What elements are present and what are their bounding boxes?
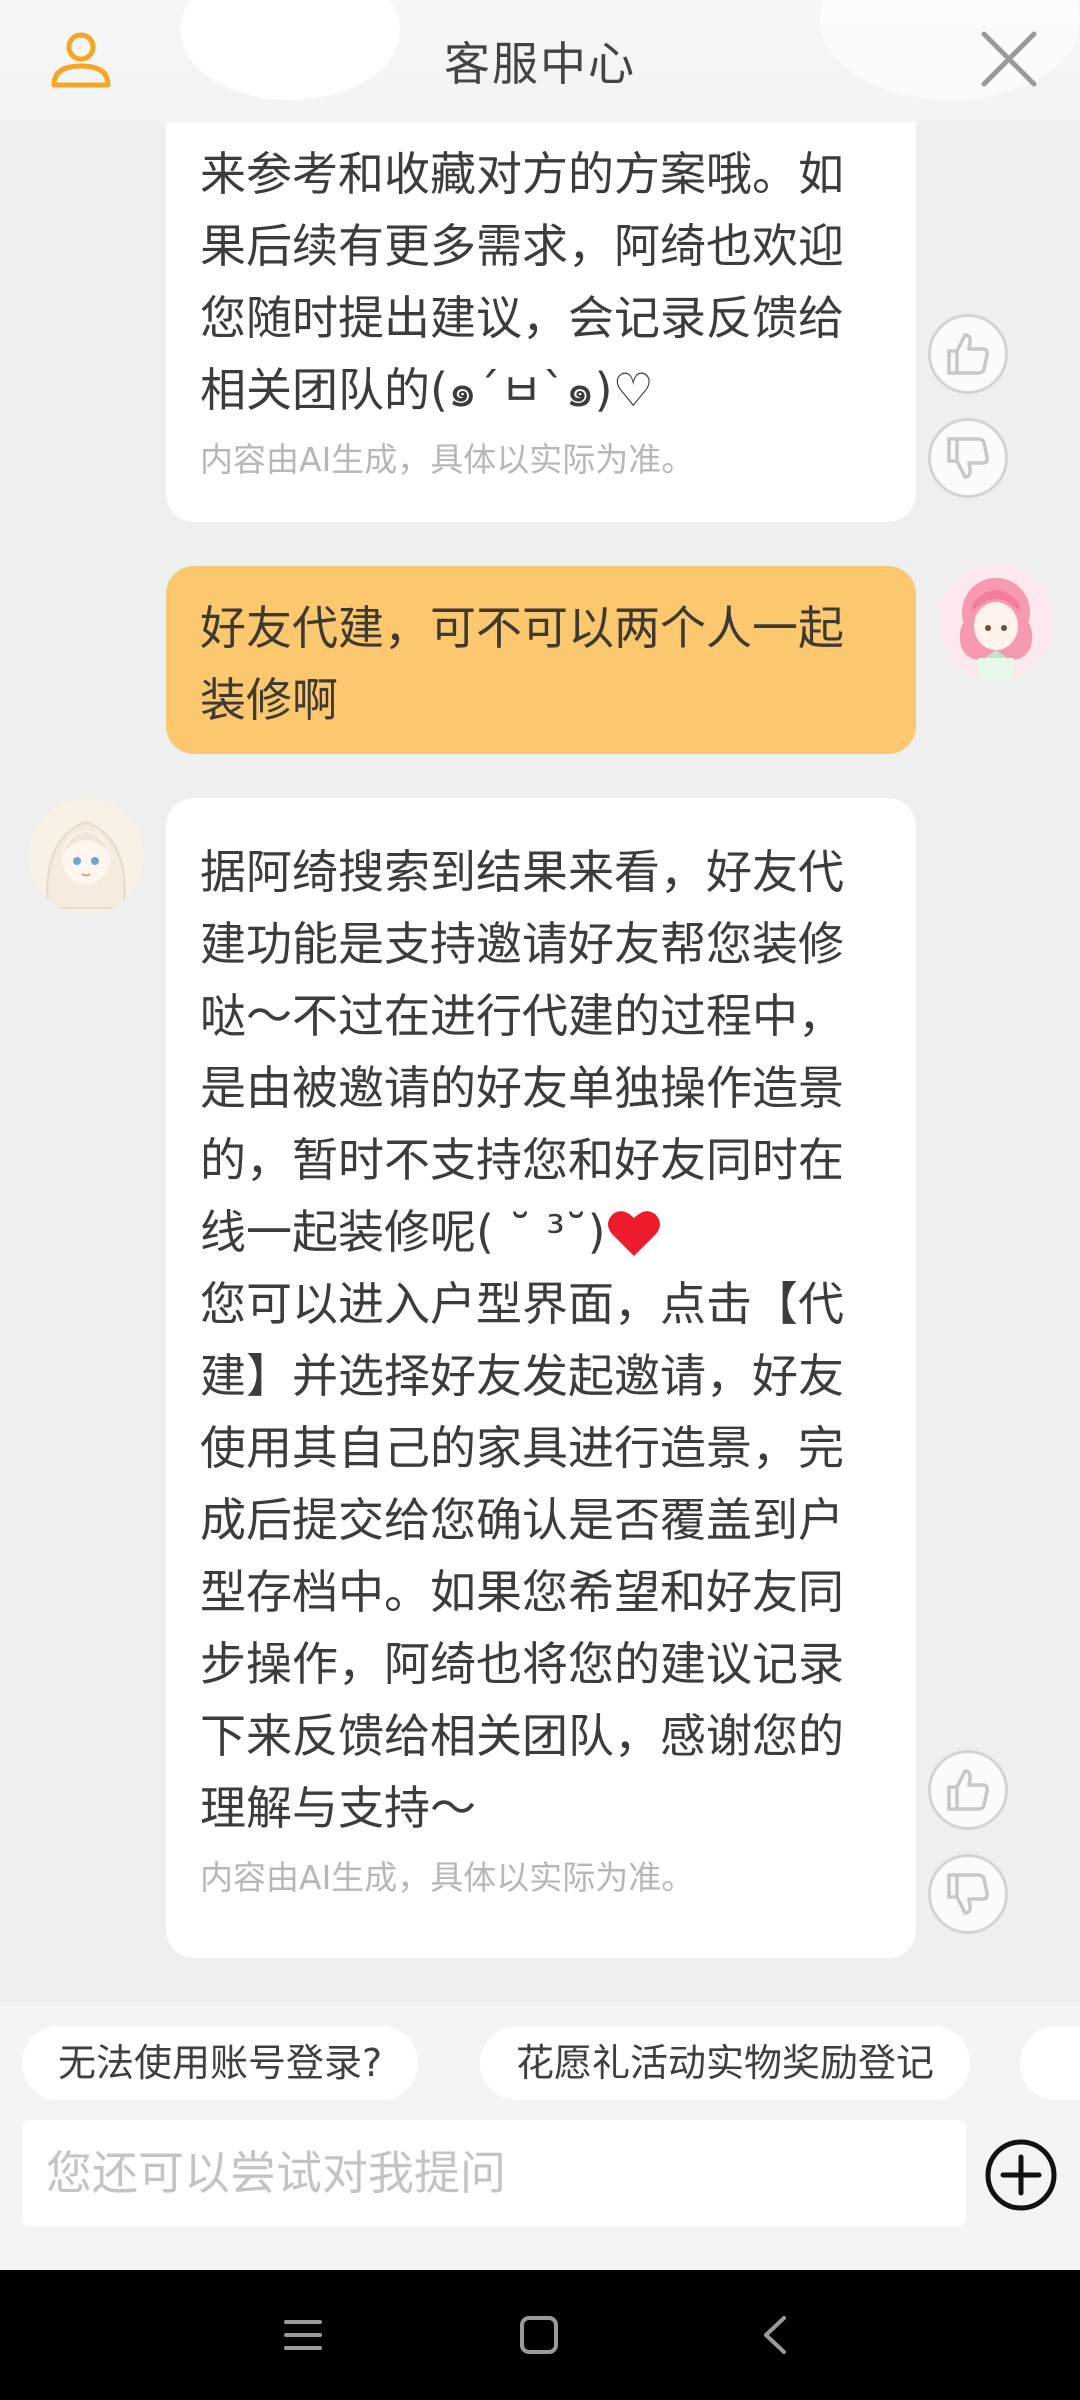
assistant-avatar-image xyxy=(28,798,144,914)
dislike-button[interactable] xyxy=(928,418,1008,498)
message-line: 是由被邀请的好友单独操作造景 xyxy=(200,1061,844,1115)
user-avatar[interactable] xyxy=(938,564,1054,680)
thumbs-down-icon xyxy=(947,1873,989,1915)
message-line: 您随时提出建议，会记录反馈给 xyxy=(200,291,844,345)
quick-reply-chip-partial[interactable] xyxy=(1020,2026,1080,2100)
like-button[interactable] xyxy=(928,314,1008,394)
message-line: 理解与支持～ xyxy=(200,1781,476,1835)
dislike-button[interactable] xyxy=(928,1854,1008,1934)
question-input[interactable]: 您还可以尝试对我提问 xyxy=(22,2120,966,2226)
ai-disclaimer: 内容由AI生成，具体以实际为准。 xyxy=(200,440,695,479)
page-title: 客服中心 xyxy=(444,37,636,91)
like-button[interactable] xyxy=(928,1750,1008,1830)
home-icon xyxy=(520,2316,558,2354)
message-line-with-heart: 线一起装修呢( ˘ ³˘) xyxy=(200,1196,882,1268)
user-message-bubble: 好友代建，可不可以两个人一起 装修啊 xyxy=(166,566,916,754)
close-icon xyxy=(981,31,1037,87)
message-line: 哒～不过在进行代建的过程中， xyxy=(200,989,844,1043)
assistant-avatar[interactable] xyxy=(28,798,144,914)
quick-reply-chip[interactable]: 无法使用账号登录? xyxy=(22,2026,419,2100)
close-button[interactable] xyxy=(976,26,1042,92)
thumbs-up-icon xyxy=(947,333,989,375)
message-line: 您可以进入户型界面，点击【代 xyxy=(200,1277,844,1331)
assistant-message-bubble: 来参考和收藏对方的方案哦。如 果后续有更多需求，阿绮也欢迎 您随时提出建议，会记… xyxy=(166,122,916,522)
message-line: 果后续有更多需求，阿绮也欢迎 xyxy=(200,219,844,273)
heart-icon xyxy=(607,1211,660,1256)
message-line: 成后提交给您确认是否覆盖到户 xyxy=(200,1493,844,1547)
message-line: 来参考和收藏对方的方案哦。如 xyxy=(200,147,844,201)
system-navigation-bar xyxy=(0,2270,1080,2400)
message-line: 好友代建，可不可以两个人一起 xyxy=(200,601,844,655)
message-line: 据阿绮搜索到结果来看，好友代 xyxy=(200,845,844,899)
back-button[interactable] xyxy=(752,2310,802,2360)
add-button[interactable] xyxy=(984,2138,1058,2212)
message-line: 相关团队的(๑´ㅂ`๑)♡ xyxy=(200,363,654,417)
message-line: 装修啊 xyxy=(200,673,338,727)
header-bar: 客服中心 xyxy=(0,0,1080,122)
menu-button[interactable] xyxy=(278,2310,328,2360)
back-icon xyxy=(764,2316,786,2354)
message-line: 线一起装修呢( ˘ ³˘) xyxy=(200,1205,606,1259)
message-line: 建】并选择好友发起邀请，好友 xyxy=(200,1349,844,1403)
user-avatar-image xyxy=(960,578,1032,680)
input-bar: 您还可以尝试对我提问 xyxy=(0,2108,1080,2270)
message-line: 下来反馈给相关团队，感谢您的 xyxy=(200,1709,844,1763)
message-line: 的，暂时不支持您和好友同时在 xyxy=(200,1133,844,1187)
assistant-message-bubble: 据阿绮搜索到结果来看，好友代 建功能是支持邀请好友帮您装修 哒～不过在进行代建的… xyxy=(166,798,916,1958)
plus-circle-icon xyxy=(985,2139,1057,2211)
quick-reply-bar[interactable]: 无法使用账号登录? 花愿礼活动实物奖励登记 xyxy=(0,2002,1080,2108)
quick-reply-chip[interactable]: 花愿礼活动实物奖励登记 xyxy=(480,2026,971,2100)
chat-area[interactable]: 来参考和收藏对方的方案哦。如 果后续有更多需求，阿绮也欢迎 您随时提出建议，会记… xyxy=(0,122,1080,2002)
home-button[interactable] xyxy=(514,2310,564,2360)
thumbs-up-icon xyxy=(947,1769,989,1811)
ai-disclaimer: 内容由AI生成，具体以实际为准。 xyxy=(200,1858,695,1897)
menu-icon xyxy=(284,2320,322,2350)
message-line: 型存档中。如果您希望和好友同 xyxy=(200,1565,844,1619)
message-line: 使用其自己的家具进行造景，完 xyxy=(200,1421,844,1475)
thumbs-down-icon xyxy=(947,437,989,479)
message-line: 步操作，阿绮也将您的建议记录 xyxy=(200,1637,844,1691)
message-line: 建功能是支持邀请好友帮您装修 xyxy=(200,917,844,971)
